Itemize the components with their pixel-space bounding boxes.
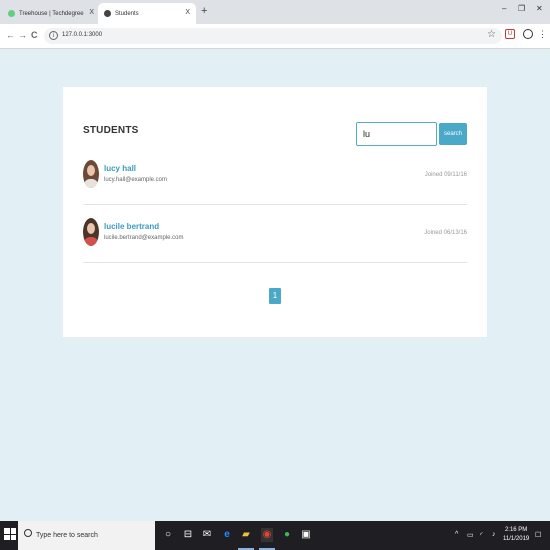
volume-icon[interactable]: ♪ [492, 531, 496, 538]
file-explorer-icon[interactable]: ▰ [240, 528, 252, 542]
photos-icon[interactable]: ▣ [300, 528, 312, 542]
reload-icon[interactable]: C [31, 30, 38, 40]
student-row: lucile bertrand lucile.bertrand@example.… [83, 205, 467, 263]
address-bar: ← → C i 127.0.0.1:3000 ☆ [0, 24, 550, 49]
tab-label: Treehouse | Techdegree [19, 10, 84, 17]
taskbar-search[interactable]: Type here to search [18, 521, 155, 550]
search-button[interactable]: search [439, 123, 467, 145]
treehouse-favicon-icon [8, 10, 15, 17]
browser-menu-icon[interactable]: ⋮ [538, 29, 548, 39]
node-app-icon[interactable]: ● [281, 528, 293, 542]
battery-icon[interactable]: ▭ [467, 531, 474, 539]
avatar [83, 160, 99, 188]
wifi-icon[interactable]: ◜ [480, 531, 483, 539]
clock[interactable]: 2:16 PM 11/1/2019 [503, 526, 529, 544]
edge-icon[interactable]: e [221, 528, 233, 542]
students-card: STUDENTS search lucy hall lucy.hall@exam… [63, 87, 487, 337]
browser-tab-bar: Treehouse | Techdegree X Students X + – … [0, 0, 550, 24]
windows-start-icon[interactable] [4, 528, 16, 540]
new-tab-button[interactable]: + [201, 5, 207, 17]
joined-date: Joined 06/13/16 [424, 230, 467, 236]
taskbar-search-placeholder: Type here to search [36, 532, 98, 539]
tray-caret-icon[interactable]: ^ [455, 531, 458, 538]
search-icon [24, 529, 32, 537]
search-input[interactable] [356, 122, 437, 146]
profile-icon[interactable] [523, 29, 533, 39]
pagination-page-1[interactable]: 1 [269, 288, 281, 304]
forward-arrow-icon[interactable]: → [18, 30, 27, 40]
avatar [83, 218, 99, 246]
info-icon[interactable]: i [49, 31, 58, 40]
joined-date: Joined 09/11/16 [424, 172, 467, 178]
back-arrow-icon[interactable]: ← [6, 30, 15, 40]
notification-icon[interactable]: ☐ [535, 531, 541, 539]
page-title: STUDENTS [83, 125, 139, 136]
student-name[interactable]: lucile bertrand [104, 222, 159, 231]
globe-favicon-icon [104, 10, 111, 17]
task-view-icon[interactable]: ⊟ [182, 528, 194, 542]
bookmark-star-icon[interactable]: ☆ [487, 29, 496, 40]
tab-treehouse[interactable]: Treehouse | Techdegree X [2, 3, 100, 24]
student-name[interactable]: lucy hall [104, 164, 136, 173]
restore-icon[interactable]: ❐ [518, 4, 525, 13]
taskbar: Type here to search ○ ⊟ ✉ e ▰ ◉ ● ▣ ^ ▭ … [0, 521, 550, 550]
clock-date: 11/1/2019 [503, 536, 530, 542]
url-field[interactable]: i 127.0.0.1:3000 ☆ [44, 28, 502, 44]
clock-time: 2:16 PM [504, 527, 528, 533]
student-row: lucy hall lucy.hall@example.com Joined 0… [83, 147, 467, 205]
tab-students[interactable]: Students X [98, 3, 196, 24]
close-window-icon[interactable]: ✕ [536, 4, 543, 13]
student-email: lucy.hall@example.com [104, 177, 168, 183]
close-tab-icon[interactable]: X [185, 9, 190, 16]
close-tab-icon[interactable]: X [89, 9, 94, 16]
minimize-icon[interactable]: – [502, 4, 506, 13]
cortana-icon[interactable]: ○ [162, 528, 174, 542]
extension-icon[interactable]: U [505, 29, 515, 39]
tab-label: Students [115, 10, 139, 17]
student-email: lucile.bertrand@example.com [104, 235, 184, 241]
url-text: 127.0.0.1:3000 [62, 32, 103, 38]
mail-icon[interactable]: ✉ [201, 528, 213, 542]
chrome-icon[interactable]: ◉ [261, 528, 273, 542]
